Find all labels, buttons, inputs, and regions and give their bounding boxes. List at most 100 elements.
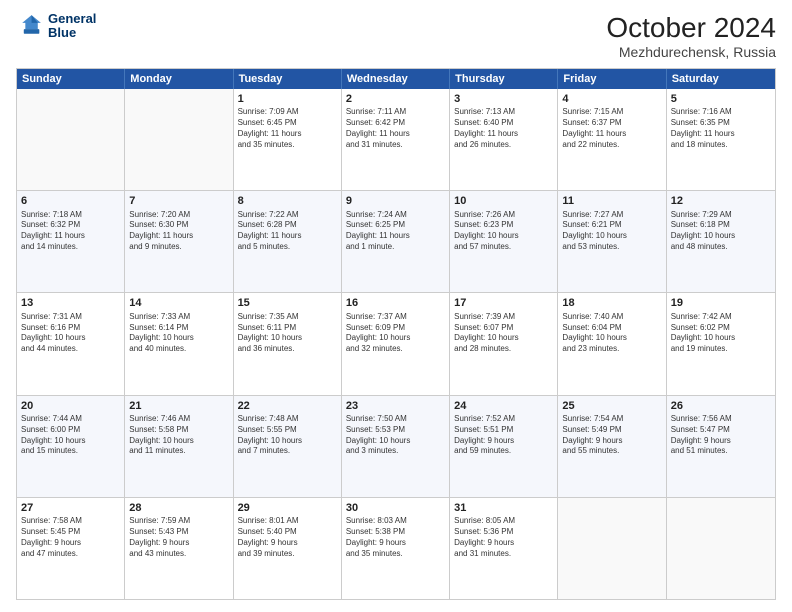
- day-number: 13: [21, 296, 120, 310]
- calendar-cell: 31Sunrise: 8:05 AM Sunset: 5:36 PM Dayli…: [450, 498, 558, 599]
- cell-info: Sunrise: 7:58 AM Sunset: 5:45 PM Dayligh…: [21, 516, 120, 559]
- day-number: 23: [346, 399, 445, 413]
- header-day-monday: Monday: [125, 69, 233, 89]
- calendar-cell: 11Sunrise: 7:27 AM Sunset: 6:21 PM Dayli…: [558, 191, 666, 292]
- calendar-cell: 10 Sunrise: 7:26 AM Sunset: 6:23 PM Dayli…: [450, 191, 558, 292]
- cell-info: Sunrise: 7:59 AM Sunset: 5:43 PM Dayligh…: [129, 516, 228, 559]
- calendar-cell: 16 Sunrise: 7:37 AM Sunset: 6:09 PM Dayli…: [342, 293, 450, 394]
- cell-info: Sunrise: 8:05 AM Sunset: 5:36 PM Dayligh…: [454, 516, 553, 559]
- day-number: 16: [346, 296, 445, 310]
- calendar-cell: 22Sunrise: 7:48 AM Sunset: 5:55 PM Dayli…: [234, 396, 342, 497]
- header-day-saturday: Saturday: [667, 69, 775, 89]
- title-block: October 2024 Mezhdurechensk, Russia: [606, 12, 776, 60]
- cell-info: Sunrise: 7:46 AM Sunset: 5:58 PM Dayligh…: [129, 414, 228, 457]
- calendar-cell: [667, 498, 775, 599]
- day-number: 9: [346, 194, 445, 208]
- cell-info: Sunrise: 7:13 AM Sunset: 6:40 PM Dayligh…: [454, 107, 553, 150]
- calendar-cell: 27Sunrise: 7:58 AM Sunset: 5:45 PM Dayli…: [17, 498, 125, 599]
- calendar-row-3: 13 Sunrise: 7:31 AM Sunset: 6:16 PM Dayli…: [17, 292, 775, 394]
- calendar-cell: 4Sunrise: 7:15 AM Sunset: 6:37 PM Daylig…: [558, 89, 666, 190]
- calendar-cell: 17 Sunrise: 7:39 AM Sunset: 6:07 PM Dayli…: [450, 293, 558, 394]
- day-number: 22: [238, 399, 337, 413]
- cell-info: Sunrise: 7:22 AM Sunset: 6:28 PM Dayligh…: [238, 210, 337, 253]
- cell-info: Sunrise: 7:09 AM Sunset: 6:45 PM Dayligh…: [238, 107, 337, 150]
- calendar-cell: 15Sunrise: 7:35 AM Sunset: 6:11 PM Dayli…: [234, 293, 342, 394]
- logo-line1: General: [48, 12, 96, 26]
- calendar-cell: 28Sunrise: 7:59 AM Sunset: 5:43 PM Dayli…: [125, 498, 233, 599]
- logo: General Blue: [16, 12, 96, 41]
- day-number: 19: [671, 296, 771, 310]
- calendar-cell: 2Sunrise: 7:11 AM Sunset: 6:42 PM Daylig…: [342, 89, 450, 190]
- cell-info: Sunrise: 8:03 AM Sunset: 5:38 PM Dayligh…: [346, 516, 445, 559]
- calendar-cell: 18Sunrise: 7:40 AM Sunset: 6:04 PM Dayli…: [558, 293, 666, 394]
- cell-info: Sunrise: 7:16 AM Sunset: 6:35 PM Dayligh…: [671, 107, 771, 150]
- cell-info: Sunrise: 7:42 AM Sunset: 6:02 PM Dayligh…: [671, 312, 771, 355]
- calendar-cell: 26Sunrise: 7:56 AM Sunset: 5:47 PM Dayli…: [667, 396, 775, 497]
- cell-info: Sunrise: 7:40 AM Sunset: 6:04 PM Dayligh…: [562, 312, 661, 355]
- calendar-cell: 21Sunrise: 7:46 AM Sunset: 5:58 PM Dayli…: [125, 396, 233, 497]
- day-number: 31: [454, 501, 553, 515]
- cell-info: Sunrise: 7:37 AM Sunset: 6:09 PM Dayligh…: [346, 312, 445, 355]
- day-number: 10: [454, 194, 553, 208]
- day-number: 28: [129, 501, 228, 515]
- day-number: 15: [238, 296, 337, 310]
- cell-info: Sunrise: 7:48 AM Sunset: 5:55 PM Dayligh…: [238, 414, 337, 457]
- calendar-cell: [125, 89, 233, 190]
- calendar-cell: 3Sunrise: 7:13 AM Sunset: 6:40 PM Daylig…: [450, 89, 558, 190]
- cell-info: Sunrise: 7:31 AM Sunset: 6:16 PM Dayligh…: [21, 312, 120, 355]
- header-day-friday: Friday: [558, 69, 666, 89]
- page: General Blue October 2024 Mezhdurechensk…: [0, 0, 792, 612]
- day-number: 27: [21, 501, 120, 515]
- calendar: SundayMondayTuesdayWednesdayThursdayFrid…: [16, 68, 776, 600]
- cell-info: Sunrise: 7:29 AM Sunset: 6:18 PM Dayligh…: [671, 210, 771, 253]
- cell-info: Sunrise: 7:11 AM Sunset: 6:42 PM Dayligh…: [346, 107, 445, 150]
- day-number: 17: [454, 296, 553, 310]
- calendar-cell: [17, 89, 125, 190]
- calendar-cell: 30Sunrise: 8:03 AM Sunset: 5:38 PM Dayli…: [342, 498, 450, 599]
- day-number: 8: [238, 194, 337, 208]
- cell-info: Sunrise: 7:56 AM Sunset: 5:47 PM Dayligh…: [671, 414, 771, 457]
- day-number: 4: [562, 92, 661, 106]
- day-number: 2: [346, 92, 445, 106]
- calendar-cell: 7 Sunrise: 7:20 AM Sunset: 6:30 PM Daylig…: [125, 191, 233, 292]
- day-number: 11: [562, 194, 661, 208]
- day-number: 3: [454, 92, 553, 106]
- cell-info: Sunrise: 7:50 AM Sunset: 5:53 PM Dayligh…: [346, 414, 445, 457]
- cell-info: Sunrise: 7:52 AM Sunset: 5:51 PM Dayligh…: [454, 414, 553, 457]
- day-number: 12: [671, 194, 771, 208]
- day-number: 5: [671, 92, 771, 106]
- calendar-cell: 13 Sunrise: 7:31 AM Sunset: 6:16 PM Dayli…: [17, 293, 125, 394]
- calendar-cell: 25Sunrise: 7:54 AM Sunset: 5:49 PM Dayli…: [558, 396, 666, 497]
- calendar-cell: 24Sunrise: 7:52 AM Sunset: 5:51 PM Dayli…: [450, 396, 558, 497]
- day-number: 21: [129, 399, 228, 413]
- cell-info: Sunrise: 7:15 AM Sunset: 6:37 PM Dayligh…: [562, 107, 661, 150]
- day-number: 14: [129, 296, 228, 310]
- logo-text: General Blue: [48, 12, 96, 41]
- calendar-row-2: 6Sunrise: 7:18 AM Sunset: 6:32 PM Daylig…: [17, 190, 775, 292]
- cell-info: Sunrise: 7:33 AM Sunset: 6:14 PM Dayligh…: [129, 312, 228, 355]
- cell-info: Sunrise: 8:01 AM Sunset: 5:40 PM Dayligh…: [238, 516, 337, 559]
- day-number: 24: [454, 399, 553, 413]
- day-number: 29: [238, 501, 337, 515]
- cell-info: Sunrise: 7:20 AM Sunset: 6:30 PM Dayligh…: [129, 210, 228, 253]
- header-day-tuesday: Tuesday: [234, 69, 342, 89]
- header-day-wednesday: Wednesday: [342, 69, 450, 89]
- cell-info: Sunrise: 7:39 AM Sunset: 6:07 PM Dayligh…: [454, 312, 553, 355]
- day-number: 20: [21, 399, 120, 413]
- calendar-cell: [558, 498, 666, 599]
- logo-line2: Blue: [48, 26, 96, 40]
- header: General Blue October 2024 Mezhdurechensk…: [16, 12, 776, 60]
- calendar-row-5: 27Sunrise: 7:58 AM Sunset: 5:45 PM Dayli…: [17, 497, 775, 599]
- calendar-cell: 19 Sunrise: 7:42 AM Sunset: 6:02 PM Dayli…: [667, 293, 775, 394]
- month-title: October 2024: [606, 12, 776, 44]
- calendar-cell: 5Sunrise: 7:16 AM Sunset: 6:35 PM Daylig…: [667, 89, 775, 190]
- calendar-cell: 29Sunrise: 8:01 AM Sunset: 5:40 PM Dayli…: [234, 498, 342, 599]
- calendar-row-4: 20Sunrise: 7:44 AM Sunset: 6:00 PM Dayli…: [17, 395, 775, 497]
- calendar-cell: 1Sunrise: 7:09 AM Sunset: 6:45 PM Daylig…: [234, 89, 342, 190]
- cell-info: Sunrise: 7:26 AM Sunset: 6:23 PM Dayligh…: [454, 210, 553, 253]
- cell-info: Sunrise: 7:18 AM Sunset: 6:32 PM Dayligh…: [21, 210, 120, 253]
- calendar-row-1: 1Sunrise: 7:09 AM Sunset: 6:45 PM Daylig…: [17, 89, 775, 190]
- day-number: 26: [671, 399, 771, 413]
- calendar-cell: 9Sunrise: 7:24 AM Sunset: 6:25 PM Daylig…: [342, 191, 450, 292]
- day-number: 7: [129, 194, 228, 208]
